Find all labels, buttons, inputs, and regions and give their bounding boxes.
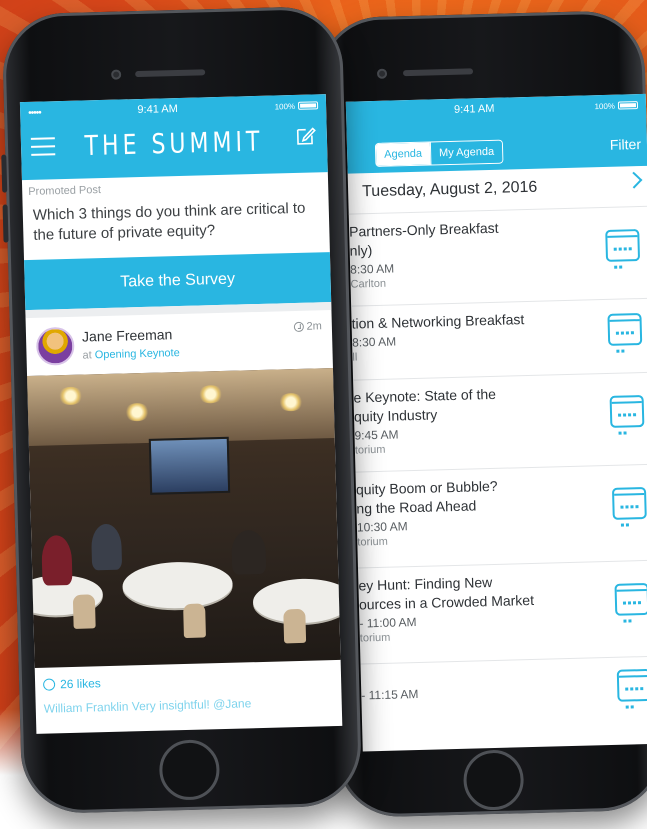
agenda-nav-bar: 9:41 AM 100% Agenda My Agenda Filter (345, 93, 647, 174)
take-survey-button[interactable]: Take the Survey (24, 252, 332, 311)
post-session-link[interactable]: Opening Keynote (95, 347, 180, 361)
phone-right: 9:41 AM 100% Agenda My Agenda Filter Tue… (317, 9, 647, 819)
agenda-session[interactable]: e Keynote: State of the quity Industry 9… (353, 371, 647, 472)
agenda-screen: 9:41 AM 100% Agenda My Agenda Filter Tue… (345, 93, 647, 752)
app-title: THE SUMMIT (84, 126, 264, 163)
post-header: Jane Freeman at Opening Keynote 2m (26, 310, 333, 376)
agenda-session[interactable]: tion & Networking Breakfast 8:30 AM ll (351, 297, 647, 380)
battery-icon (617, 101, 639, 110)
calendar-add-icon[interactable] (611, 486, 647, 527)
calendar-add-icon[interactable] (614, 582, 647, 623)
feed-nav-bar: ••••• 9:41 AM 100% THE SUMMIT (19, 94, 328, 181)
calendar-add-icon[interactable] (609, 395, 645, 435)
filter-button[interactable]: Filter (610, 136, 642, 153)
session-title: ey Hunt: Finding New ources in a Crowded… (358, 574, 535, 613)
calendar-add-icon[interactable] (616, 668, 647, 709)
photo-person (231, 529, 267, 575)
post-timestamp: 2m (293, 320, 322, 333)
phone-left: ••••• 9:41 AM 100% THE SUMMIT Promoted P… (1, 5, 363, 815)
status-bar: ••••• 9:41 AM 100% (20, 94, 326, 124)
volume-down-button (2, 204, 9, 243)
post-author[interactable]: Jane Freeman (82, 326, 173, 344)
home-button[interactable] (158, 739, 221, 801)
session-time: - 11:15 AM (361, 686, 419, 703)
photo-screen (148, 436, 231, 495)
tab-my-agenda[interactable]: My Agenda (429, 140, 503, 165)
smile-icon (42, 678, 56, 691)
photo-table (122, 560, 234, 610)
photo-person (90, 523, 123, 571)
agenda-session[interactable]: Partners-Only Breakfast nly) 8:30 AM Car… (348, 205, 647, 306)
promoted-question: Which 3 things do you think are critical… (32, 199, 306, 244)
battery-icon (297, 101, 319, 110)
tab-agenda[interactable]: Agenda (375, 142, 431, 166)
post-location: at Opening Keynote (82, 347, 180, 362)
at-prefix: at (82, 349, 92, 362)
photo-chair (72, 594, 96, 629)
signal-indicator: ••••• (28, 107, 41, 119)
session-title: Partners-Only Breakfast nly) (348, 219, 499, 259)
front-camera (111, 69, 122, 80)
session-title: quity Boom or Bubble? ng the Road Ahead (355, 477, 498, 517)
feed-screen: ••••• 9:41 AM 100% THE SUMMIT Promoted P… (19, 94, 343, 734)
battery-indicator: 100% (594, 101, 639, 111)
home-button[interactable] (462, 749, 525, 811)
session-title: e Keynote: State of the quity Industry (353, 385, 497, 425)
status-bar: 9:41 AM 100% (346, 94, 646, 124)
agenda-session[interactable]: - 11:15 AM (360, 655, 647, 734)
battery-percent: 100% (274, 101, 296, 111)
clock-icon (293, 321, 304, 333)
agenda-session[interactable]: ey Hunt: Finding New ources in a Crowded… (357, 559, 647, 664)
chevron-right-icon[interactable] (625, 171, 643, 189)
battery-percent: 100% (594, 101, 616, 111)
status-time: 9:41 AM (137, 103, 178, 117)
date-label: Tuesday, August 2, 2016 (361, 178, 538, 201)
front-camera (376, 68, 388, 79)
likes-count: 26 likes (59, 676, 101, 692)
agenda-segmented-control: Agenda My Agenda (374, 139, 504, 167)
post-photo[interactable] (27, 368, 341, 668)
agenda-session[interactable]: quity Boom or Bubble? ng the Road Ahead … (355, 463, 647, 568)
earpiece (135, 69, 206, 78)
compose-icon[interactable] (295, 124, 318, 147)
status-time: 9:41 AM (453, 102, 495, 116)
avatar[interactable] (35, 326, 75, 366)
volume-up-button (1, 154, 8, 193)
photo-chair (183, 603, 206, 639)
battery-indicator: 100% (274, 101, 319, 111)
photo-person (41, 534, 73, 586)
calendar-add-icon[interactable] (607, 313, 643, 353)
calendar-add-icon[interactable] (605, 229, 641, 269)
earpiece (402, 68, 474, 77)
photo-chair (283, 608, 307, 644)
post-time-label: 2m (306, 320, 323, 333)
